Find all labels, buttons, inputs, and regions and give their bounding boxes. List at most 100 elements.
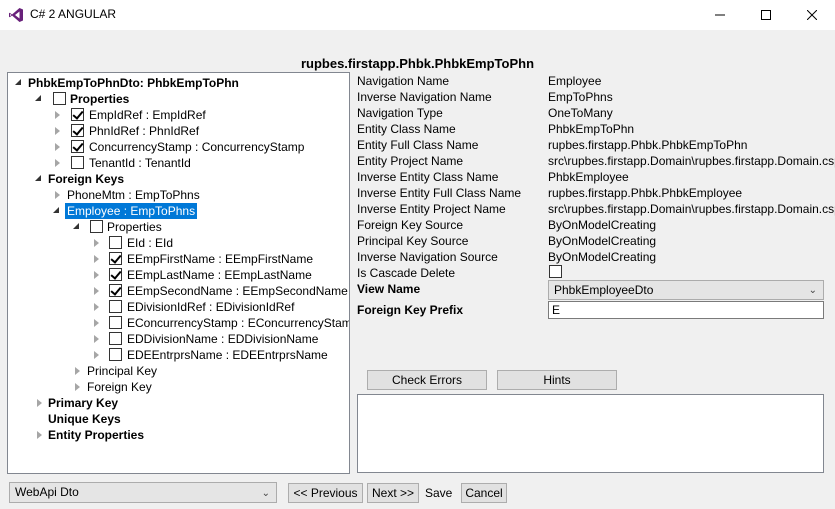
maximize-icon xyxy=(761,10,771,20)
tree-node-property[interactable]: TenantId : TenantId xyxy=(89,155,191,171)
properties-checkbox[interactable] xyxy=(90,220,103,233)
previous-button[interactable]: << Previous xyxy=(288,483,363,503)
tree-node-property[interactable]: EDDivisionName : EDDivisionName xyxy=(127,331,318,347)
tree-node-property[interactable]: PhnIdRef : PhnIdRef xyxy=(89,123,199,139)
tree-root[interactable]: PhbkEmpToPhnDto: PhbkEmpToPhn xyxy=(28,75,239,91)
tree-view[interactable]: PhbkEmpToPhnDto: PhbkEmpToPhn Properties… xyxy=(7,72,350,474)
property-checkbox[interactable] xyxy=(71,108,84,121)
property-checkbox[interactable] xyxy=(109,316,122,329)
minimize-button[interactable] xyxy=(697,0,743,30)
fk-prefix-input[interactable] xyxy=(548,301,824,319)
collapse-toggle-icon[interactable] xyxy=(73,383,82,392)
tree-node-entity-properties[interactable]: Entity Properties xyxy=(48,427,144,443)
collapse-toggle-icon[interactable] xyxy=(35,399,44,408)
collapse-toggle-icon[interactable] xyxy=(73,367,82,376)
principal-key-source-value: ByOnModelCreating xyxy=(548,234,657,248)
title-bar: C# 2 ANGULAR xyxy=(0,0,835,30)
collapse-toggle-icon[interactable] xyxy=(92,319,101,328)
collapse-toggle-icon[interactable] xyxy=(92,303,101,312)
generator-select[interactable]: WebApi Dto ⌄ xyxy=(9,482,277,503)
property-checkbox[interactable] xyxy=(109,284,122,297)
properties-checkbox[interactable] xyxy=(53,92,66,105)
navigation-name-value: Employee xyxy=(548,74,602,88)
entity-class-name-label: Entity Class Name xyxy=(357,122,456,136)
maximize-button[interactable] xyxy=(743,0,789,30)
close-icon xyxy=(807,10,817,20)
tree-node-principal-key[interactable]: Principal Key xyxy=(87,363,157,379)
collapse-toggle-icon[interactable] xyxy=(92,287,101,296)
cancel-button[interactable]: Cancel xyxy=(461,483,507,503)
tree-node-property[interactable]: EEmpSecondName : EEmpSecondName xyxy=(127,283,348,299)
inverse-navigation-source-label: Inverse Navigation Source xyxy=(357,250,498,264)
expand-toggle-icon[interactable] xyxy=(34,94,43,103)
window-title: C# 2 ANGULAR xyxy=(30,7,117,21)
collapse-toggle-icon[interactable] xyxy=(92,351,101,360)
collapse-toggle-icon[interactable] xyxy=(53,111,62,120)
collapse-toggle-icon[interactable] xyxy=(92,271,101,280)
view-name-select[interactable]: PhbkEmployeeDto ⌄ xyxy=(548,280,824,300)
cascade-delete-checkbox[interactable] xyxy=(549,265,562,278)
collapse-toggle-icon[interactable] xyxy=(53,159,62,168)
expand-toggle-icon[interactable] xyxy=(14,78,23,87)
foreign-key-source-label: Foreign Key Source xyxy=(357,218,464,232)
tree-node-property[interactable]: EEmpFirstName : EEmpFirstName xyxy=(127,251,313,267)
property-checkbox[interactable] xyxy=(71,156,84,169)
view-name-label: View Name xyxy=(357,282,421,296)
tree-node-properties[interactable]: Properties xyxy=(107,219,162,235)
collapse-toggle-icon[interactable] xyxy=(92,239,101,248)
property-checkbox[interactable] xyxy=(109,300,122,313)
inverse-entity-full-class-name-value: rupbes.firstapp.Phbk.PhbkEmployee xyxy=(548,186,743,200)
collapse-toggle-icon[interactable] xyxy=(92,335,101,344)
generator-select-value: WebApi Dto xyxy=(15,485,79,499)
tree-node-property[interactable]: EId : EId xyxy=(127,235,173,251)
collapse-toggle-icon[interactable] xyxy=(35,431,44,440)
tree-node-property[interactable]: EDivisionIdRef : EDivisionIdRef xyxy=(127,299,294,315)
property-checkbox[interactable] xyxy=(71,140,84,153)
collapse-toggle-icon[interactable] xyxy=(53,143,62,152)
minimize-icon xyxy=(715,14,725,16)
next-button[interactable]: Next >> xyxy=(367,483,419,503)
inverse-entity-class-name-value: PhbkEmployee xyxy=(548,170,629,184)
chevron-down-icon: ⌄ xyxy=(808,285,817,296)
tree-node-property[interactable]: EDEEntrprsName : EDEEntrprsName xyxy=(127,347,328,363)
hints-button[interactable]: Hints xyxy=(497,370,617,390)
tree-node-property[interactable]: EEmpLastName : EEmpLastName xyxy=(127,267,312,283)
entity-project-name-label: Entity Project Name xyxy=(357,154,464,168)
foreign-key-source-value: ByOnModelCreating xyxy=(548,218,657,232)
tree-node-property[interactable]: EmpIdRef : EmpIdRef xyxy=(89,107,206,123)
collapse-toggle-icon[interactable] xyxy=(53,191,62,200)
property-checkbox[interactable] xyxy=(109,332,122,345)
expand-toggle-icon[interactable] xyxy=(52,206,61,215)
cascade-delete-label: Is Cascade Delete xyxy=(357,266,456,280)
inverse-entity-class-name-label: Inverse Entity Class Name xyxy=(357,170,499,184)
tree-node-foreign-keys[interactable]: Foreign Keys xyxy=(48,171,124,187)
tree-node-property[interactable]: ConcurrencyStamp : ConcurrencyStamp xyxy=(89,139,304,155)
expand-toggle-icon[interactable] xyxy=(72,222,81,231)
close-button[interactable] xyxy=(789,0,835,30)
inverse-entity-project-name-label: Inverse Entity Project Name xyxy=(357,202,506,216)
entity-full-class-name-label: Entity Full Class Name xyxy=(357,138,479,152)
collapse-toggle-icon[interactable] xyxy=(53,127,62,136)
tree-node-foreign-key-selected[interactable]: Employee : EmpToPhns xyxy=(65,203,198,219)
tree-node-properties[interactable]: Properties xyxy=(70,91,129,107)
tree-node-foreign-key[interactable]: Foreign Key xyxy=(87,379,152,395)
view-name-value: PhbkEmployeeDto xyxy=(554,283,654,297)
property-checkbox[interactable] xyxy=(109,268,122,281)
output-textarea[interactable] xyxy=(357,394,824,473)
inverse-navigation-name-label: Inverse Navigation Name xyxy=(357,90,492,104)
entity-full-class-name-value: rupbes.firstapp.Phbk.PhbkEmpToPhn xyxy=(548,138,748,152)
check-errors-button[interactable]: Check Errors xyxy=(367,370,487,390)
collapse-toggle-icon[interactable] xyxy=(92,255,101,264)
property-checkbox[interactable] xyxy=(109,236,122,249)
entity-project-name-value: src\rupbes.firstapp.Domain\rupbes.firsta… xyxy=(548,154,835,168)
tree-node-unique-keys[interactable]: Unique Keys xyxy=(48,411,121,427)
save-button[interactable]: Save xyxy=(425,486,452,500)
tree-node-property[interactable]: EConcurrencyStamp : EConcurrencyStamp xyxy=(127,315,349,331)
navigation-type-label: Navigation Type xyxy=(357,106,443,120)
tree-node-foreign-key[interactable]: PhoneMtm : EmpToPhns xyxy=(67,187,200,203)
expand-toggle-icon[interactable] xyxy=(34,174,43,183)
tree-node-primary-key[interactable]: Primary Key xyxy=(48,395,118,411)
property-checkbox[interactable] xyxy=(109,252,122,265)
property-checkbox[interactable] xyxy=(71,124,84,137)
property-checkbox[interactable] xyxy=(109,348,122,361)
